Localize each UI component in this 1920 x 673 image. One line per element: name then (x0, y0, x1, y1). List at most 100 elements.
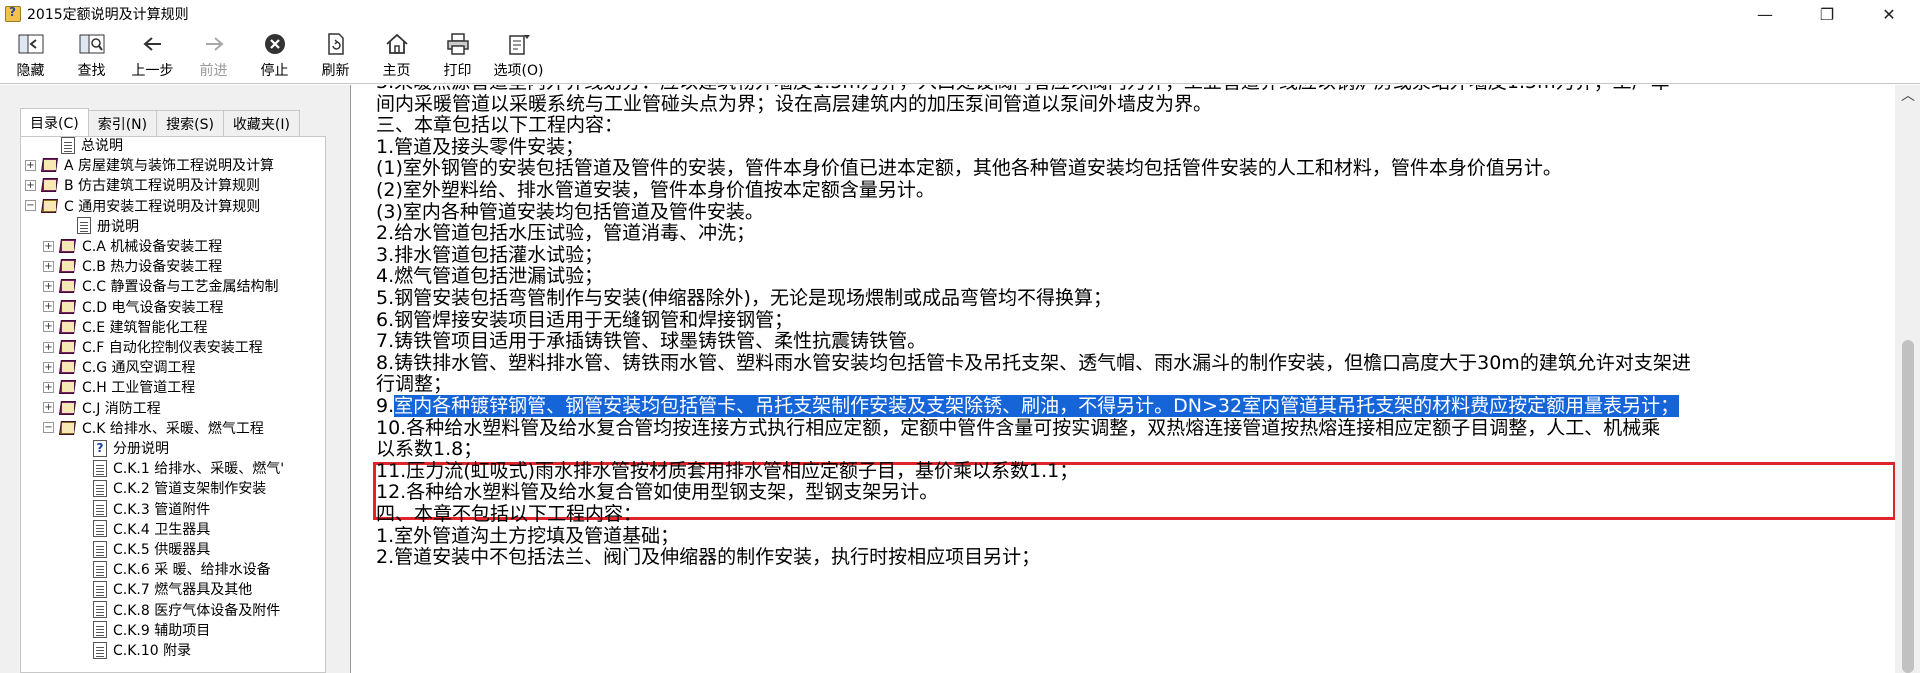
options-icon (505, 32, 533, 56)
tree-item-label: C.C 静置设备与工艺金属结构制 (82, 279, 279, 296)
closed-book-icon (58, 258, 78, 274)
minimize-button[interactable]: — (1734, 0, 1796, 28)
tree-item[interactable]: + C.G 通风空调工程 (43, 357, 196, 377)
topic-content[interactable]: 3.采暖热源管道室内外界线划分：应以建筑物外墙皮1.5m为界，入口处设阀门者应以… (350, 85, 1895, 673)
toolbar: 隐藏 查找 上一步 前进 停止 刷新 主页 打印 选项(O) (0, 28, 1920, 84)
tree-item[interactable]: C.K.10 附录 (90, 640, 191, 660)
tree-item-label: C.B 热力设备安装工程 (82, 259, 223, 276)
expand-icon[interactable]: + (43, 260, 54, 272)
tree-item-label: C.A 机械设备安装工程 (82, 239, 223, 255)
tree-item[interactable]: − C 通用安装工程说明及计算规则 (25, 196, 260, 216)
tree-item-label: C.K.2 管道支架制作安装 (113, 481, 267, 498)
tree-item-label: C.K.4 卫生器具 (113, 521, 211, 538)
page-icon (93, 560, 107, 578)
tree-item[interactable]: C.K.9 辅助项目 (90, 620, 210, 640)
tree-item[interactable]: 册说明 (74, 216, 139, 236)
title-bar: 2015定额说明及计算规则 — ❐ ✕ (0, 0, 1920, 28)
print-button[interactable]: 打印 (427, 28, 488, 84)
find-icon (78, 32, 106, 56)
navigation-pane: 目录(C) 索引(N) 搜索(S) 收藏夹(I) 总说明 + A 房屋建筑与装饰工程… (0, 85, 336, 673)
expand-icon[interactable]: + (43, 381, 54, 393)
tree-item[interactable]: C.K.2 管道支架制作安装 (90, 478, 266, 498)
forward-button[interactable]: 前进 (183, 28, 244, 84)
scroll-up-arrow-icon[interactable]: ︿ (1901, 89, 1915, 103)
tree-item[interactable]: − C.K 给排水、采暖、燃气工程 (43, 418, 264, 438)
expand-icon[interactable]: + (43, 280, 54, 292)
window-controls: — ❐ ✕ (1734, 0, 1920, 28)
page-icon (77, 217, 91, 235)
content-line: 2.管道安装中不包括法兰、阀门及伸缩器的制作安装，执行时按相应项目另计； (376, 546, 1041, 569)
help-page-icon: ? (93, 439, 107, 457)
expand-icon[interactable]: + (43, 402, 54, 414)
pane-splitter[interactable] (336, 85, 350, 673)
back-button[interactable]: 上一步 (122, 28, 183, 84)
scrollbar-thumb[interactable] (1902, 340, 1914, 673)
tree-item[interactable]: + C.H 工业管道工程 (43, 377, 195, 397)
tree-item[interactable]: + C.D 电气设备安装工程 (43, 297, 223, 317)
options-button[interactable]: 选项(O) (488, 28, 549, 84)
tree-item-label: C.K.6 采 暖、给排水设备 (113, 562, 271, 579)
restore-button[interactable]: ❐ (1796, 0, 1858, 28)
tree-item[interactable]: C.K.5 供暖器具 (90, 539, 210, 559)
refresh-icon (322, 32, 350, 56)
tree-item[interactable]: C.K.1 给排水、采暖、燃气' (90, 458, 284, 478)
hide-icon (17, 32, 45, 56)
content-line: 10.各种给水塑料管及给水复合管均按连接方式执行相应定额，定额中管件含量可按实调… (376, 416, 1661, 439)
stop-button[interactable]: 停止 (244, 28, 305, 84)
tree-item[interactable]: C.K.3 管道附件 (90, 499, 210, 519)
help-app-icon (5, 5, 21, 22)
closed-book-icon (58, 359, 78, 375)
content-scrollbar[interactable]: ︿ (1895, 85, 1920, 673)
forward-arrow-icon (200, 32, 228, 56)
contents-tree[interactable]: 总说明 + A 房屋建筑与装饰工程说明及计算 + B 仿古建筑工程说明及计算规则 − C 通… (20, 136, 326, 673)
print-icon (444, 32, 472, 56)
closed-book-icon (58, 339, 78, 355)
tree-item[interactable]: + C.J 消防工程 (43, 398, 161, 418)
tree-item-label: C.K.3 管道附件 (113, 501, 211, 518)
closed-book-icon (40, 177, 60, 193)
find-button[interactable]: 查找 (61, 28, 122, 84)
refresh-button[interactable]: 刷新 (305, 28, 366, 84)
page-icon (93, 520, 107, 538)
tree-item-label: C 通用安装工程说明及计算规则 (64, 198, 261, 215)
tree-item-label: C.F 自动化控制仪表安装工程 (82, 340, 263, 356)
nav-tabs: 目录(C) 索引(N) 搜索(S) 收藏夹(I) (20, 108, 300, 136)
tree-item[interactable]: 总说明 (58, 137, 123, 155)
tree-item[interactable]: + C.A 机械设备安装工程 (43, 236, 222, 256)
home-button[interactable]: 主页 (366, 28, 427, 84)
expand-icon[interactable]: + (25, 179, 36, 191)
closed-book-icon (58, 400, 78, 416)
expand-icon[interactable]: + (25, 159, 36, 171)
expand-icon[interactable]: + (43, 361, 54, 373)
tree-item[interactable]: + C.C 静置设备与工艺金属结构制 (43, 276, 278, 296)
tree-item[interactable]: C.K.6 采 暖、给排水设备 (90, 559, 271, 579)
tree-item[interactable]: C.K.8 医疗气体设备及附件 (90, 600, 280, 620)
tab-search[interactable]: 搜索(S) (156, 110, 224, 136)
tree-item[interactable]: C.K.4 卫生器具 (90, 519, 210, 539)
expand-icon[interactable]: + (43, 321, 54, 333)
tree-item[interactable]: + C.E 建筑智能化工程 (43, 317, 208, 337)
page-icon (93, 601, 107, 619)
collapse-icon[interactable]: − (43, 422, 54, 434)
tree-item-label: 总说明 (81, 138, 123, 154)
hide-button[interactable]: 隐藏 (0, 28, 61, 84)
tree-item-label: C.K 给排水、采暖、燃气工程 (82, 420, 264, 437)
tree-item-label: C.J 消防工程 (82, 400, 161, 417)
home-icon (383, 32, 411, 56)
tab-favorites[interactable]: 收藏夹(I) (222, 110, 300, 136)
closed-book-icon (40, 157, 60, 173)
expand-icon[interactable]: + (43, 240, 54, 252)
tree-item[interactable]: C.K.7 燃气器具及其他 (90, 579, 252, 599)
tab-contents[interactable]: 目录(C) (20, 108, 89, 136)
expand-icon[interactable]: + (43, 301, 54, 313)
tree-item[interactable]: + A 房屋建筑与装饰工程说明及计算 (25, 155, 274, 175)
tree-item[interactable]: + C.B 热力设备安装工程 (43, 256, 222, 276)
tree-item[interactable]: ? 分册说明 (90, 438, 169, 458)
tab-index[interactable]: 索引(N) (87, 110, 158, 136)
expand-icon[interactable]: + (43, 341, 54, 353)
page-icon (93, 621, 107, 639)
tree-item[interactable]: + C.F 自动化控制仪表安装工程 (43, 337, 263, 357)
tree-item[interactable]: + B 仿古建筑工程说明及计算规则 (25, 175, 260, 195)
close-button[interactable]: ✕ (1858, 0, 1920, 28)
collapse-icon[interactable]: − (25, 200, 36, 212)
